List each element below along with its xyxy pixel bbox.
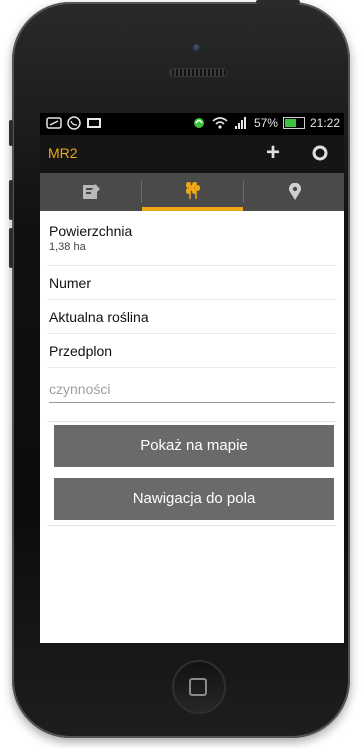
field-number-row[interactable]: Numer — [47, 265, 337, 300]
field-label: Przedplon — [49, 343, 113, 359]
field-label: Numer — [49, 275, 92, 291]
navigate-to-field-button[interactable]: Nawigacja do pola — [54, 478, 334, 520]
gear-icon[interactable] — [312, 145, 328, 161]
signal-icon — [234, 117, 246, 129]
battery-percent: 57% — [253, 116, 278, 130]
plus-icon[interactable]: + — [266, 141, 280, 165]
clock: 21:22 — [309, 116, 340, 130]
tab-location[interactable] — [244, 173, 344, 211]
wheat-icon — [185, 182, 200, 199]
app-title: MR2 — [48, 145, 78, 161]
home-square-icon — [189, 678, 207, 696]
mute-switch — [9, 120, 13, 146]
wifi-icon — [212, 117, 228, 129]
activities-input[interactable]: czynności — [49, 378, 335, 403]
tab-crops[interactable] — [142, 173, 243, 211]
headset-icon — [193, 118, 204, 128]
field-current-crop-row[interactable]: Aktualna roślina — [47, 299, 337, 334]
power-button — [256, 0, 300, 4]
action-bar: MR2 + — [40, 135, 344, 173]
battery-icon — [282, 117, 305, 129]
divider — [47, 421, 337, 422]
earpiece-speaker — [169, 68, 227, 77]
volume-down-button — [9, 228, 13, 268]
tab-notes[interactable] — [40, 173, 141, 211]
voicemail-icon — [46, 117, 62, 129]
volume-up-button — [9, 180, 13, 220]
field-value: 1,38 ha — [49, 241, 86, 253]
divider — [47, 525, 337, 526]
field-area-row: Powierzchnia 1,38 ha — [47, 211, 337, 266]
show-on-map-button[interactable]: Pokaż na mapie — [54, 425, 334, 467]
whatsapp-icon — [67, 116, 81, 130]
gallery-icon — [87, 118, 101, 128]
field-previous-crop-row[interactable]: Przedplon — [47, 333, 337, 368]
notes-icon — [82, 184, 100, 199]
field-label: Aktualna roślina — [49, 309, 149, 325]
status-bar: 57% 21:22 — [40, 113, 344, 135]
map-pin-icon — [288, 183, 301, 200]
tab-bar — [40, 173, 344, 211]
front-camera-icon — [193, 44, 201, 52]
app-screen: 57% 21:22 MR2 + Powierzchnia 1,38 ha Num… — [40, 113, 344, 643]
field-label: Powierzchnia — [49, 223, 133, 239]
